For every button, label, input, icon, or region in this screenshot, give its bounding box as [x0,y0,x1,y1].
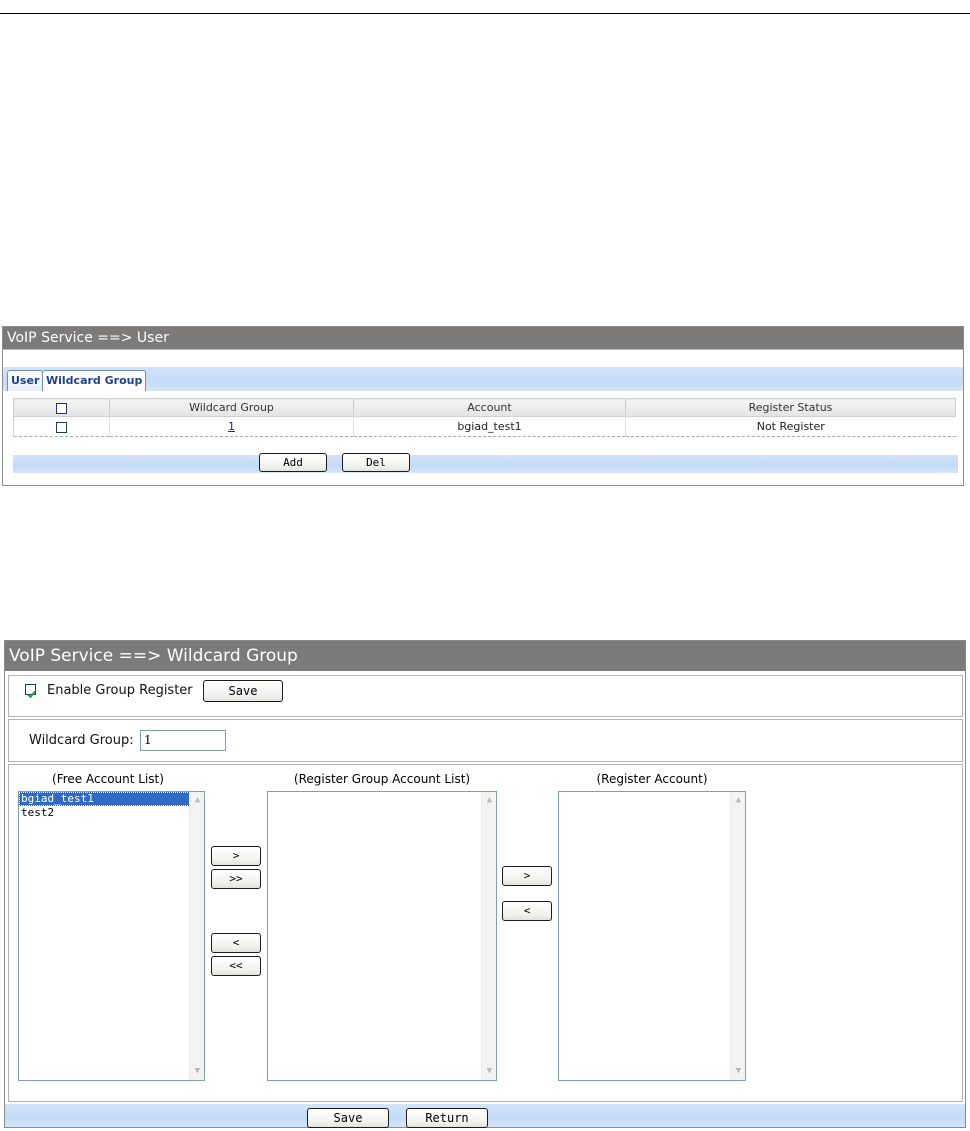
register-move-left-button[interactable]: < [502,901,552,921]
scroll-up-icon[interactable]: ▲ [191,794,204,807]
group-list-scrollbar[interactable]: ▲ ▼ [481,792,496,1080]
page-top-rule [0,13,970,14]
group-cell: 1 [109,416,354,437]
free-account-listbox[interactable]: bgiad_test1 test2 ▲ ▼ [18,791,205,1081]
wildcard-group-label: Wildcard Group: [29,733,134,748]
move-left-all-button[interactable]: << [211,956,261,976]
enable-group-register-label: Enable Group Register [47,683,193,698]
enable-save-button[interactable]: Save [203,680,283,702]
select-all-checkbox[interactable] [56,402,67,414]
wildcard-group-field-section: Wildcard Group: 1 [8,719,963,762]
free-account-list-title: (Free Account List) [52,772,164,786]
column-header-register-status: Register Status [625,398,956,417]
move-left-one-button[interactable]: < [211,933,261,953]
row-checkbox[interactable] [56,421,67,433]
enable-group-register-checkbox[interactable] [25,684,36,699]
register-list-scrollbar[interactable]: ▲ ▼ [730,792,745,1080]
register-move-right-button[interactable]: > [502,866,552,886]
tab-wildcard-group[interactable]: Wildcard Group [42,370,147,391]
user-panel: VoIP Service ==> User User Wildcard Grou… [2,326,964,486]
add-button[interactable]: Add [259,453,327,472]
column-header-account: Account [353,398,626,417]
register-group-account-list-title: (Register Group Account List) [293,772,471,786]
register-group-account-listbox[interactable]: ▲ ▼ [267,791,497,1081]
scroll-down-icon[interactable]: ▼ [191,1065,204,1078]
user-panel-title: VoIP Service ==> User [3,327,963,350]
del-button[interactable]: Del [342,453,410,472]
wildcard-panel-title: VoIP Service ==> Wildcard Group [5,641,965,671]
move-right-one-button[interactable]: > [211,846,261,866]
select-all-header [13,398,110,417]
scroll-down-icon[interactable]: ▼ [483,1065,496,1078]
account-lists-section: (Free Account List) bgiad_test1 test2 ▲ … [8,764,963,1102]
enable-register-section: Enable Group Register Save [8,675,963,717]
footer-save-button[interactable]: Save [307,1108,389,1128]
free-list-scrollbar[interactable]: ▲ ▼ [189,792,204,1080]
wildcard-group-panel: VoIP Service ==> Wildcard Group Enable G… [4,640,966,1128]
column-header-wildcard-group: Wildcard Group [109,398,354,417]
return-button[interactable]: Return [406,1108,488,1128]
table-row: 1 bgiad_test1 Not Register [13,416,956,437]
tab-user[interactable]: User [7,370,44,391]
table-header-row: Wildcard Group Account Register Status [13,398,956,417]
register-account-title: (Register Account) [596,772,708,786]
list-item[interactable]: test2 [19,806,204,820]
wildcard-group-table: Wildcard Group Account Register Status 1… [13,398,956,437]
account-cell: bgiad_test1 [353,416,626,437]
scroll-down-icon[interactable]: ▼ [732,1065,745,1078]
row-select-cell [13,416,110,437]
wildcard-group-input[interactable]: 1 [140,730,226,751]
scroll-up-icon[interactable]: ▲ [483,794,496,807]
move-right-all-button[interactable]: >> [211,869,261,889]
check-mark-icon [27,690,36,699]
status-cell: Not Register [625,416,956,437]
register-account-listbox[interactable]: ▲ ▼ [558,791,746,1081]
tab-strip: User Wildcard Group [3,367,963,391]
group-link[interactable]: 1 [228,420,235,433]
scroll-up-icon[interactable]: ▲ [732,794,745,807]
user-panel-footer [13,455,958,473]
list-item[interactable]: bgiad_test1 [19,792,204,806]
